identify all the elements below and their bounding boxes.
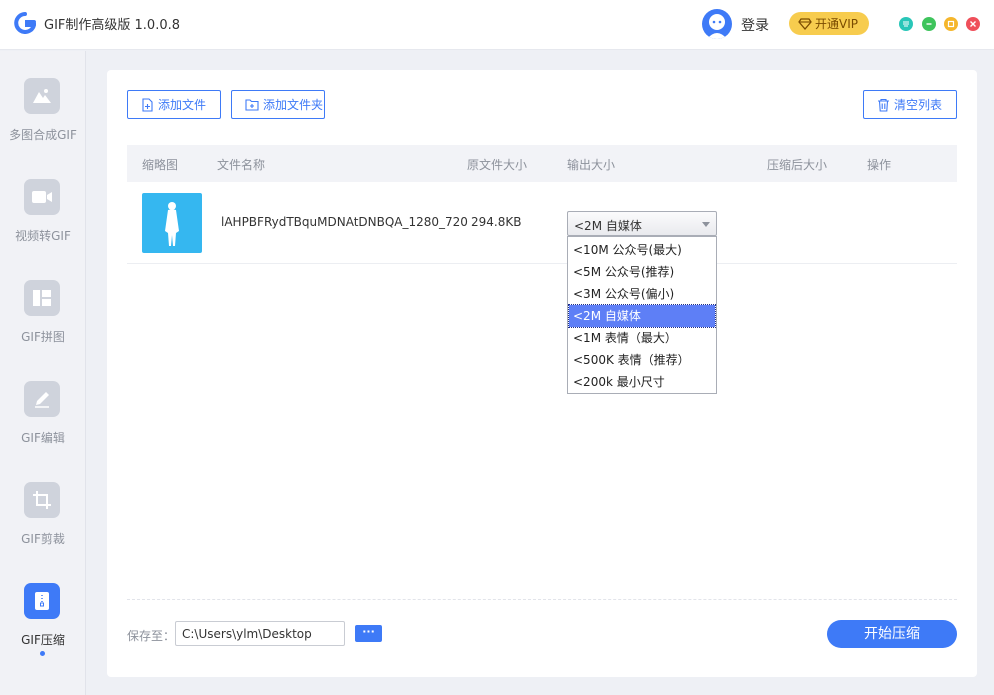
close-icon <box>970 21 976 27</box>
col-actions: 操作 <box>867 158 892 172</box>
sidebar-item-gif-compress[interactable]: GIF压缩 <box>0 583 86 673</box>
browse-button[interactable]: ··· <box>355 625 382 642</box>
crop-icon <box>24 482 60 518</box>
table-row: lAHPBFRydTBquMDNAtDNBQA_1280_720 294.8KB… <box>127 182 957 264</box>
minimize-button[interactable] <box>922 17 936 31</box>
edit-icon <box>24 381 60 417</box>
add-file-icon <box>142 97 153 112</box>
sidebar: 多图合成GIF 视频转GIF GIF拼图 GIF编辑 GIF剪裁 GIF压缩 <box>0 51 86 695</box>
sidebar-item-label: 多图合成GIF <box>9 128 77 142</box>
save-to-label: 保存至： <box>127 629 176 643</box>
output-size-select[interactable]: <2M 自媒体 <box>567 211 717 236</box>
sidebar-item-label: GIF剪裁 <box>21 532 65 546</box>
add-folder-icon <box>245 99 259 111</box>
layout-icon <box>24 280 60 316</box>
col-original-size: 原文件大小 <box>467 158 528 172</box>
dropdown-option[interactable]: <500K 表情（推荐） <box>569 349 715 371</box>
maximize-icon <box>947 20 955 28</box>
user-icon <box>707 14 727 39</box>
compress-icon <box>24 583 60 619</box>
output-size-dropdown: <10M 公众号(最大) <5M 公众号(推荐) <3M 公众号(偏小) <2M… <box>567 236 717 394</box>
sidebar-item-gif-crop[interactable]: GIF剪裁 <box>0 482 86 572</box>
chevron-down-icon <box>702 222 710 227</box>
sidebar-item-label: 视频转GIF <box>15 229 71 243</box>
col-thumbnail: 缩略图 <box>142 158 179 172</box>
clear-list-label: 清空列表 <box>894 98 943 112</box>
video-icon <box>24 179 60 215</box>
app-title: GIF制作高级版 1.0.0.8 <box>44 18 180 33</box>
sidebar-item-multi-image-gif[interactable]: 多图合成GIF <box>0 78 86 168</box>
dropdown-option-selected[interactable]: <2M 自媒体 <box>568 304 716 328</box>
table-header: 缩略图 文件名称 原文件大小 输出大小 压缩后大小 操作 <box>127 145 957 182</box>
thumbnail-image <box>142 193 202 253</box>
dropdown-option[interactable]: <1M 表情（最大） <box>569 327 715 349</box>
sidebar-item-label: GIF编辑 <box>21 431 65 445</box>
sidebar-item-label: GIF拼图 <box>21 330 65 344</box>
sidebar-item-video-to-gif[interactable]: 视频转GIF <box>0 179 86 269</box>
output-size-value: <2M 自媒体 <box>574 219 642 233</box>
col-output-size: 输出大小 <box>567 158 616 172</box>
dropdown-option[interactable]: <5M 公众号(推荐) <box>569 261 715 283</box>
close-button[interactable] <box>966 17 980 31</box>
minimize-icon <box>926 23 932 25</box>
col-filename: 文件名称 <box>217 158 266 172</box>
figure-silhouette-icon <box>165 202 179 246</box>
clear-list-button[interactable]: 清空列表 <box>863 90 957 119</box>
add-folder-button[interactable]: 添加文件夹 <box>231 90 325 119</box>
menu-icon <box>903 21 909 27</box>
avatar[interactable] <box>702 9 732 39</box>
app-logo-icon <box>14 12 36 34</box>
active-indicator <box>40 651 45 656</box>
dropdown-option[interactable]: <3M 公众号(偏小) <box>569 283 715 305</box>
save-path-input[interactable]: C:\Users\ylm\Desktop <box>175 621 345 646</box>
dropdown-option[interactable]: <200k 最小尺寸 <box>569 371 715 393</box>
image-icon <box>24 78 60 114</box>
menu-button[interactable] <box>899 17 913 31</box>
add-file-button[interactable]: 添加文件 <box>127 90 221 119</box>
vip-button[interactable]: 开通VIP <box>789 12 869 35</box>
col-compressed-size: 压缩后大小 <box>767 158 828 172</box>
sidebar-item-gif-collage[interactable]: GIF拼图 <box>0 280 86 370</box>
login-link[interactable]: 登录 <box>741 15 769 35</box>
dropdown-option[interactable]: <10M 公众号(最大) <box>569 239 715 261</box>
original-size: 294.8KB <box>471 215 522 229</box>
file-name: lAHPBFRydTBquMDNAtDNBQA_1280_720 <box>221 215 468 229</box>
start-compress-button[interactable]: 开始压缩 <box>827 620 957 648</box>
footer-divider <box>127 599 957 600</box>
maximize-button[interactable] <box>944 17 958 31</box>
add-folder-label: 添加文件夹 <box>263 98 324 112</box>
sidebar-item-gif-edit[interactable]: GIF编辑 <box>0 381 86 471</box>
title-bar: GIF制作高级版 1.0.0.8 登录 开通VIP <box>0 0 994 50</box>
main-panel: 添加文件 添加文件夹 清空列表 缩略图 文件名称 原文件大小 输出大小 压缩后大… <box>107 70 977 677</box>
diamond-icon <box>798 17 812 30</box>
trash-icon <box>878 98 889 112</box>
add-file-label: 添加文件 <box>158 98 207 112</box>
vip-label: 开通VIP <box>815 17 858 31</box>
sidebar-item-label: GIF压缩 <box>21 633 65 647</box>
